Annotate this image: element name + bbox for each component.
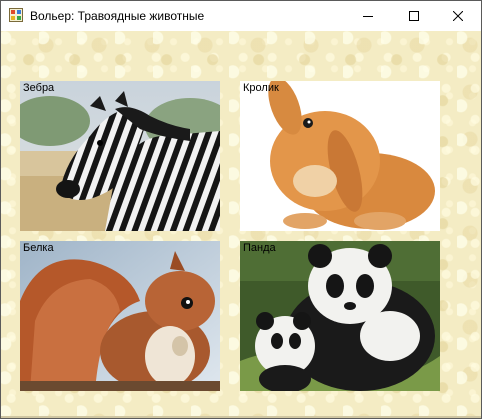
rabbit-picture[interactable]: Кролик	[240, 81, 440, 231]
squirrel-label: Белка	[23, 242, 54, 254]
panda-label: Панда	[243, 242, 276, 254]
zebra-image	[20, 81, 220, 231]
close-icon	[453, 11, 463, 21]
zebra-label: Зебра	[23, 82, 55, 94]
winforms-app-icon	[9, 8, 23, 22]
app-window: Вольер: Травоядные животные Зебра Кролик…	[0, 0, 482, 419]
rabbit-image	[240, 81, 440, 231]
maximize-button[interactable]	[391, 1, 437, 31]
squirrel-image	[20, 241, 220, 391]
title-bar[interactable]: Вольер: Травоядные животные	[1, 1, 481, 31]
close-button[interactable]	[435, 1, 481, 31]
panda-picture[interactable]: Панда	[240, 241, 440, 391]
maximize-icon	[409, 11, 419, 21]
rabbit-label: Кролик	[243, 82, 279, 94]
window-title: Вольер: Травоядные животные	[30, 9, 205, 23]
minimize-icon	[363, 16, 373, 17]
panda-image	[240, 241, 440, 391]
form-client-area: Зебра Кролик Белка Панда	[1, 31, 481, 418]
squirrel-picture[interactable]: Белка	[20, 241, 220, 391]
minimize-button[interactable]	[345, 1, 391, 31]
zebra-picture[interactable]: Зебра	[20, 81, 220, 231]
